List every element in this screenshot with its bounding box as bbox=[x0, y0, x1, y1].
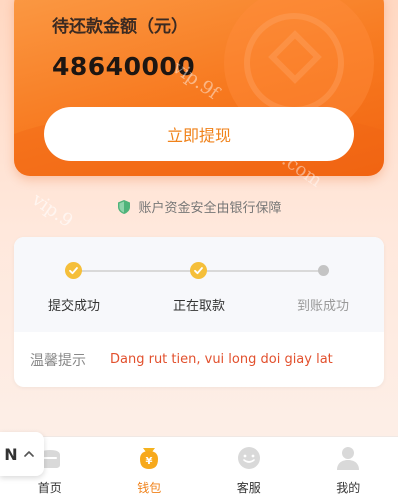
tip-message: Dang rut tien, vui long doi giay lat bbox=[110, 352, 333, 367]
customer-service-icon bbox=[234, 443, 264, 473]
withdraw-progress-card: 提交成功 正在取款 到账成功 温馨提示 Dang rut tien, vui l… bbox=[14, 237, 384, 387]
bottom-tab-bar: 首页 ¥ 钱包 客服 我的 bbox=[0, 436, 398, 502]
safety-note: 账户资金安全由银行保障 bbox=[0, 197, 398, 216]
user-icon bbox=[333, 443, 363, 473]
tab-label: 我的 bbox=[336, 481, 361, 495]
step-check-icon bbox=[190, 262, 207, 279]
step-check-icon bbox=[65, 262, 82, 279]
chevron-up-icon bbox=[23, 447, 34, 461]
language-switcher[interactable]: N bbox=[0, 432, 44, 476]
step-label: 提交成功 bbox=[47, 299, 100, 314]
step-connector bbox=[207, 270, 322, 272]
step-label: 到账成功 bbox=[296, 299, 349, 314]
progress-steps: 提交成功 正在取款 到账成功 bbox=[14, 237, 384, 332]
step-label: 正在取款 bbox=[172, 299, 225, 314]
svg-text:¥: ¥ bbox=[146, 456, 153, 467]
tip-label: 温馨提示 bbox=[30, 352, 86, 369]
tab-customer-service[interactable]: 客服 bbox=[199, 437, 299, 502]
tab-label: 首页 bbox=[37, 481, 62, 495]
balance-value: 48640000 bbox=[52, 52, 196, 81]
balance-label: 待还款金额（元） bbox=[52, 17, 188, 37]
withdraw-button[interactable]: 立即提现 bbox=[44, 107, 354, 161]
tab-label: 客服 bbox=[236, 481, 261, 495]
tip-row: 温馨提示 Dang rut tien, vui long doi giay la… bbox=[14, 332, 384, 387]
wallet-card: 待还款金额（元） 48640000 立即提现 bbox=[14, 0, 384, 176]
safety-note-text: 账户资金安全由银行保障 bbox=[138, 201, 282, 216]
step-pending-dot bbox=[318, 265, 329, 276]
tab-wallet[interactable]: ¥ 钱包 bbox=[100, 437, 200, 502]
step-connector bbox=[81, 270, 199, 272]
language-code: N bbox=[4, 444, 18, 464]
wallet-icon: ¥ bbox=[134, 443, 164, 473]
tab-profile[interactable]: 我的 bbox=[299, 437, 398, 502]
tab-label: 钱包 bbox=[137, 481, 162, 495]
shield-icon bbox=[118, 199, 131, 214]
